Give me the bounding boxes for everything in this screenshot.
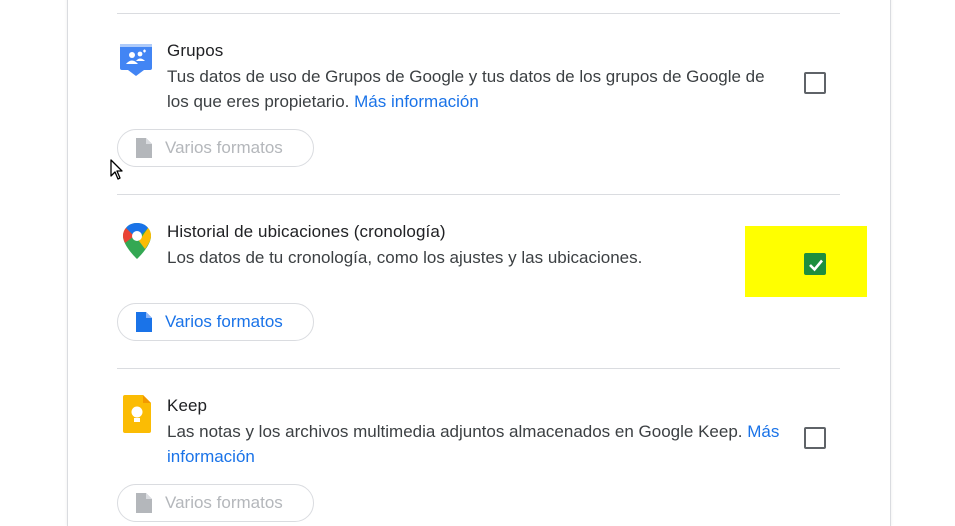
formats-button[interactable]: Varios formatos (117, 129, 314, 167)
formats-button-label: Varios formatos (165, 493, 283, 512)
description-text: Los datos de tu cronología, como los aju… (167, 248, 643, 267)
product-description: Tus datos de uso de Grupos de Google y t… (167, 64, 787, 114)
divider (117, 368, 840, 369)
keep-icon (123, 395, 159, 433)
include-checkbox[interactable] (804, 72, 826, 94)
formats-button[interactable]: Varios formatos (117, 484, 314, 522)
divider (117, 13, 840, 14)
product-title: Historial de ubicaciones (cronología) (167, 222, 446, 241)
more-info-link[interactable]: Más información (354, 92, 479, 111)
document-icon (136, 493, 152, 513)
product-title: Grupos (167, 41, 224, 60)
formats-button[interactable]: Varios formatos (117, 303, 314, 341)
product-title: Keep (167, 396, 208, 415)
include-checkbox[interactable] (804, 253, 826, 275)
product-description: Las notas y los archivos multimedia adju… (167, 419, 787, 469)
formats-button-label: Varios formatos (165, 138, 283, 157)
mouse-cursor-icon (110, 159, 123, 180)
document-icon (136, 312, 152, 332)
divider (117, 194, 840, 195)
groups-icon (118, 42, 154, 78)
description-text: Las notas y los archivos multimedia adju… (167, 422, 743, 441)
maps-pin-icon (119, 221, 155, 259)
formats-button-label: Varios formatos (165, 312, 283, 331)
product-description: Los datos de tu cronología, como los aju… (167, 245, 787, 270)
include-checkbox[interactable] (804, 427, 826, 449)
checkmark-icon (809, 259, 823, 272)
document-icon (136, 138, 152, 158)
